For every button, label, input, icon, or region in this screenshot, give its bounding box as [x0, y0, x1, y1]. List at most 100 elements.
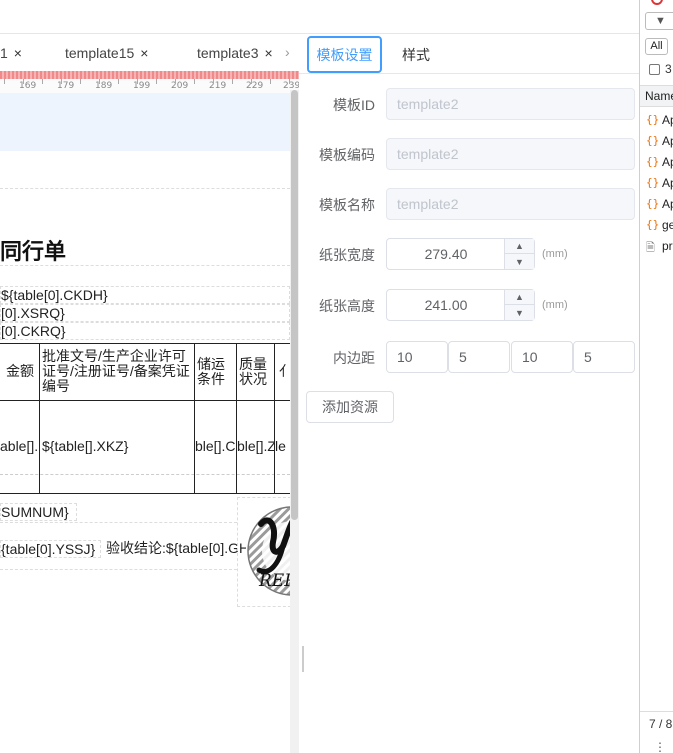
- json-icon: {}: [646, 176, 660, 189]
- ruler-tick: [156, 79, 157, 84]
- paper-height-stepper[interactable]: 241.00 ▲ ▼: [386, 289, 535, 321]
- chevron-right-icon[interactable]: ›: [285, 44, 290, 60]
- header-cell: 质量状况: [239, 356, 267, 387]
- paper-width-stepper[interactable]: 279.40 ▲ ▼: [386, 238, 535, 270]
- field-ckrq[interactable]: [0].CKRQ}: [0, 322, 290, 340]
- guide-line: [0, 522, 237, 523]
- label-template-code: 模板编码: [319, 147, 375, 163]
- request-row[interactable]: 🗎 pr: [640, 236, 673, 257]
- table-column[interactable]: 亻 le: [274, 344, 290, 493]
- header-cell: 批准文号/生产企业许可证号/注册证号/备案凭证编号: [42, 348, 190, 394]
- request-row[interactable]: {} Ap: [640, 131, 673, 152]
- tab-label: 1: [0, 44, 8, 61]
- label-template-name: 模板名称: [319, 197, 375, 213]
- ruler-tick: [4, 79, 5, 84]
- tab-template3[interactable]: template3 ×: [197, 34, 273, 71]
- ruler-tick: [118, 79, 119, 84]
- json-icon: {}: [646, 134, 660, 147]
- ruler-tick: [232, 79, 233, 84]
- request-row[interactable]: {} ge: [640, 215, 673, 236]
- record-icon[interactable]: [651, 0, 663, 5]
- tab-style[interactable]: 样式: [402, 36, 430, 73]
- request-name: Ap: [662, 113, 673, 127]
- filter-icon[interactable]: ▼: [645, 12, 673, 30]
- padding-bottom-input[interactable]: 10: [511, 341, 573, 373]
- ruler-label: 179: [57, 81, 75, 91]
- designer-top-strip: [0, 0, 299, 34]
- paper-width-value[interactable]: 279.40: [387, 239, 505, 269]
- table-column[interactable]: 批准文号/生产企业许可证号/注册证号/备案凭证编号 ${table[].XKZ}: [39, 344, 194, 493]
- ruler-tick: [61, 79, 62, 84]
- label-padding: 内边距: [333, 350, 375, 366]
- data-cell: ${table[].XKZ}: [42, 438, 129, 454]
- filter-all-button[interactable]: All: [645, 38, 668, 55]
- devtools-network-panel: ▼ All 3 Name {} Ap {} Ap {} Ap {} Ap {} …: [639, 0, 673, 753]
- paper-height-value[interactable]: 241.00: [387, 290, 505, 320]
- field-ysjl[interactable]: 验收结论:${table[0].GH: [106, 540, 246, 558]
- ruler-tick: [175, 79, 176, 84]
- close-icon[interactable]: ×: [14, 45, 22, 61]
- document-title[interactable]: 同行单: [0, 234, 66, 266]
- template-name-input[interactable]: template2: [386, 188, 635, 220]
- chevron-up-icon[interactable]: ▲: [505, 239, 534, 254]
- request-name: Ap: [662, 197, 673, 211]
- request-row[interactable]: {} Ap: [640, 152, 673, 173]
- tab-template15[interactable]: template15 ×: [65, 34, 148, 71]
- request-count: 7 / 8: [649, 717, 673, 731]
- column-header[interactable]: Name: [640, 85, 673, 107]
- close-icon[interactable]: ×: [140, 45, 148, 61]
- template-code-input[interactable]: template2: [386, 138, 635, 170]
- request-row[interactable]: {} Ap: [640, 110, 673, 131]
- table-column[interactable]: 质量状况 ble[].Z: [236, 344, 274, 493]
- field-ckdh[interactable]: ${table[0].CKDH}: [0, 286, 290, 304]
- table-column[interactable]: 储运条件 ble[].C: [194, 344, 236, 493]
- canvas-scrollbar-thumb[interactable]: [291, 90, 298, 520]
- ruler-stripe: [0, 71, 299, 79]
- template-tabs: 1 × template15 × template3 ×: [0, 34, 299, 71]
- header-cell: 金额: [6, 363, 34, 379]
- settings-panel: 模板设置 样式 模板ID template2 模板编码 template2 模板…: [299, 0, 639, 753]
- request-row[interactable]: {} Ap: [640, 173, 673, 194]
- chevron-down-icon[interactable]: ▼: [505, 305, 534, 320]
- ruler-tick: [80, 79, 81, 84]
- field-yssj[interactable]: {table[0].YSSJ}: [0, 540, 101, 558]
- request-name: ge: [662, 218, 673, 232]
- status-bar: 7 / 8: [640, 711, 673, 737]
- request-row[interactable]: {} Ap: [640, 194, 673, 215]
- tab-template-1[interactable]: 1 ×: [0, 34, 22, 71]
- padding-left-input[interactable]: 5: [573, 341, 635, 373]
- padding-top-input[interactable]: 10: [386, 341, 448, 373]
- ruler-tick: [42, 79, 43, 84]
- chevron-down-icon[interactable]: ▼: [505, 254, 534, 269]
- column-name-label: Name: [645, 89, 673, 103]
- checkbox[interactable]: [649, 64, 660, 75]
- logo-image-box[interactable]: REP: [237, 497, 291, 607]
- detail-table[interactable]: 金额 able[]. 批准文号/生产企业许可证号/注册证号/备案凭证编号 ${t…: [0, 343, 290, 494]
- field-sumnum[interactable]: SUMNUM}: [0, 503, 77, 521]
- chevron-up-icon[interactable]: ▲: [505, 290, 534, 305]
- padding-right-input[interactable]: 5: [448, 341, 510, 373]
- field-xsrq[interactable]: [0].XSRQ}: [0, 304, 290, 322]
- ruler-tick: [270, 79, 271, 84]
- tab-template-settings[interactable]: 模板设置: [307, 36, 382, 73]
- data-cell: le: [275, 438, 286, 454]
- template-id-input[interactable]: template2: [386, 88, 635, 120]
- tab-divider: [299, 73, 639, 74]
- data-cell: ble[].C: [195, 438, 236, 454]
- close-icon[interactable]: ×: [264, 45, 272, 61]
- canvas-scrollbar[interactable]: [290, 90, 299, 753]
- json-icon: {}: [646, 155, 660, 168]
- ruler-tick: [23, 79, 24, 84]
- panel-resize-handle[interactable]: [302, 646, 304, 672]
- ruler-label: 229: [246, 81, 264, 91]
- stepper-controls: ▲ ▼: [504, 239, 534, 269]
- designer-canvas-area: 1 × template15 × template3 × › 169 179 1…: [0, 0, 299, 753]
- more-icon[interactable]: ⋮: [654, 740, 666, 753]
- add-resource-button[interactable]: 添加资源: [306, 391, 394, 423]
- ruler-tick: [289, 79, 290, 84]
- json-icon: {}: [646, 197, 660, 210]
- horizontal-ruler: 169 179 189 199 209 219 229 239: [0, 71, 299, 93]
- canvas-margin-band: [0, 93, 299, 151]
- ruler-tick: [194, 79, 195, 84]
- table-column[interactable]: 金额 able[].: [0, 344, 39, 493]
